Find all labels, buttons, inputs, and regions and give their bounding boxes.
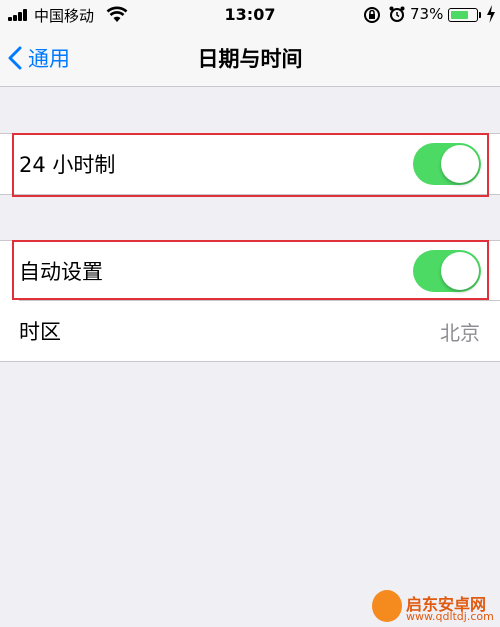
watermark: 启东安卓网 www.qdltdj.com bbox=[372, 590, 498, 624]
battery-cap bbox=[479, 12, 481, 18]
setting-label-timezone: 时区 bbox=[19, 320, 61, 344]
timezone-value: 北京 bbox=[440, 321, 480, 345]
setting-row-timezone[interactable]: 时区 北京 bbox=[0, 301, 500, 361]
page-title: 日期与时间 bbox=[197, 47, 303, 71]
navigation-bar: 通用 日期与时间 bbox=[0, 30, 500, 87]
annotation-highlight-24-hour bbox=[12, 133, 489, 197]
annotation-highlight-auto-set bbox=[12, 240, 489, 300]
orientation-lock-icon bbox=[364, 7, 380, 23]
status-bar: 中国移动 13:07 73% bbox=[0, 0, 500, 30]
battery-percentage: 73% bbox=[410, 5, 444, 23]
battery-icon bbox=[448, 8, 478, 22]
alarm-icon bbox=[389, 6, 405, 22]
charging-bolt-icon bbox=[487, 5, 495, 23]
battery-level-fill bbox=[450, 10, 469, 19]
watermark-url: www.qdltdj.com bbox=[406, 610, 494, 623]
watermark-logo-icon bbox=[372, 590, 402, 622]
